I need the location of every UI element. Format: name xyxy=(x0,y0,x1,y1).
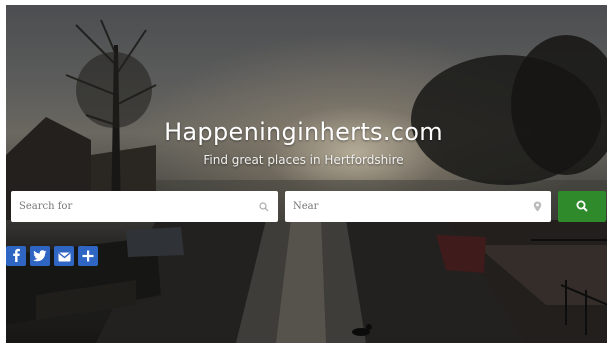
page: Happeninginherts.com Find great places i… xyxy=(0,0,607,347)
share-button[interactable] xyxy=(78,246,98,266)
tagline: Find great places in Hertfordshire xyxy=(203,153,404,167)
plus-icon xyxy=(82,247,94,266)
near-field xyxy=(285,191,551,222)
search-icon xyxy=(576,197,588,216)
hero-overlay xyxy=(6,5,607,343)
search-for-field xyxy=(11,191,278,222)
email-icon xyxy=(58,247,71,266)
email-share-button[interactable] xyxy=(54,246,74,266)
near-input[interactable] xyxy=(285,191,527,222)
location-pin-icon xyxy=(527,201,547,212)
hero-banner xyxy=(6,5,607,343)
social-share-bar xyxy=(6,246,98,266)
search-for-input[interactable] xyxy=(11,191,254,222)
facebook-icon xyxy=(11,247,21,266)
search-icon xyxy=(254,201,274,212)
site-title: Happeninginherts.com xyxy=(164,118,443,146)
twitter-icon xyxy=(33,247,47,266)
facebook-share-button[interactable] xyxy=(6,246,26,266)
twitter-share-button[interactable] xyxy=(30,246,50,266)
search-button[interactable] xyxy=(558,191,606,222)
